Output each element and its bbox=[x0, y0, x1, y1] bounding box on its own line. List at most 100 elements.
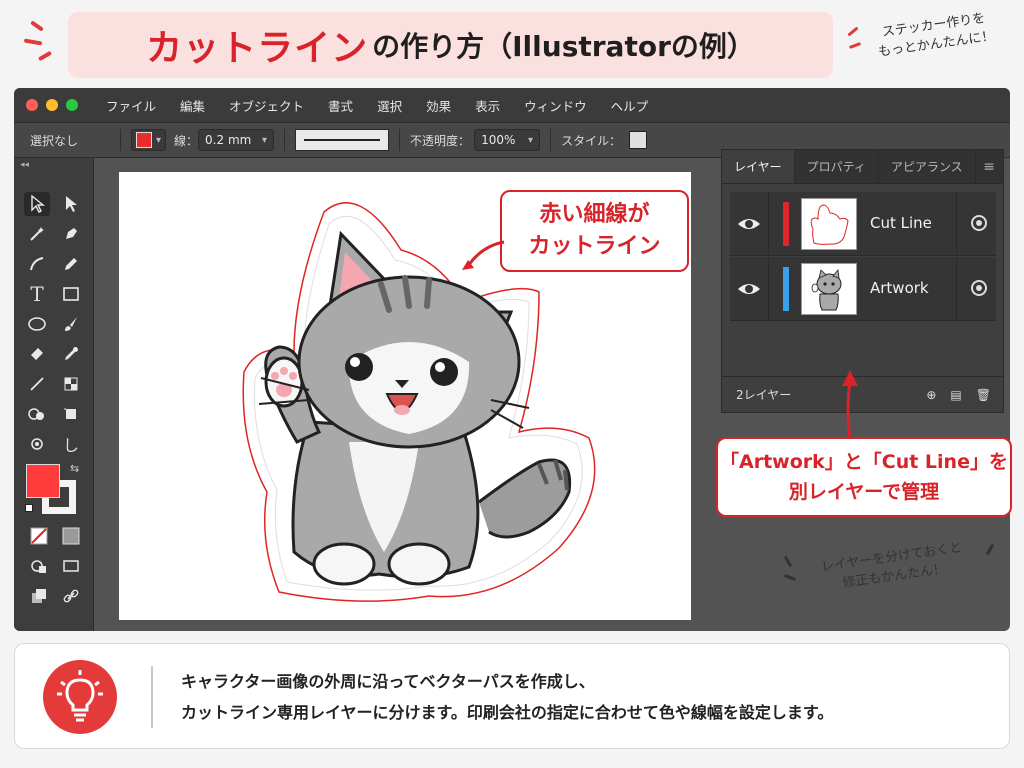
layer-row-artwork[interactable]: Artwork bbox=[730, 257, 996, 321]
link-icon[interactable] bbox=[58, 584, 84, 608]
opacity-dropdown[interactable]: 100% ▾ bbox=[474, 129, 541, 151]
rectangle-tool-icon[interactable] bbox=[58, 282, 84, 306]
swap-colors-icon[interactable]: ⇆ bbox=[70, 462, 79, 475]
info-text: キャラクター画像の外周に沿ってベクターパスを作成し、 カットライン専用レイヤーに… bbox=[181, 672, 834, 722]
hand-tool-icon[interactable]: し bbox=[58, 432, 84, 456]
layer-thumbnail bbox=[801, 198, 857, 250]
layer-name[interactable]: Artwork bbox=[870, 279, 929, 297]
visibility-eye-icon[interactable] bbox=[736, 277, 762, 301]
divider bbox=[284, 129, 286, 151]
chevron-down-icon: ▾ bbox=[528, 134, 534, 146]
deco-line bbox=[847, 26, 859, 37]
divider bbox=[120, 129, 121, 151]
menubar: ファイル 編集 オブジェクト 書式 選択 効果 表示 ウィンドウ ヘルプ bbox=[14, 88, 1010, 122]
none-color-icon[interactable] bbox=[26, 524, 52, 548]
selection-status: 選択なし bbox=[30, 133, 79, 148]
tab-layers[interactable]: レイヤー bbox=[722, 150, 795, 183]
menu-items: ファイル 編集 オブジェクト 書式 選択 効果 表示 ウィンドウ ヘルプ bbox=[106, 96, 648, 115]
layer-color-bar bbox=[783, 267, 789, 311]
layer-name[interactable]: Cut Line bbox=[870, 214, 932, 232]
menu-view[interactable]: 表示 bbox=[475, 96, 500, 115]
pen-tool-icon[interactable] bbox=[58, 222, 84, 246]
deco-line bbox=[37, 50, 53, 62]
stroke-label: 線： bbox=[174, 133, 199, 148]
stroke-weight-dropdown[interactable]: 0.2 mm ▾ bbox=[198, 129, 275, 151]
divider bbox=[151, 666, 153, 728]
menu-select[interactable]: 選択 bbox=[377, 96, 402, 115]
crop-tool-icon[interactable] bbox=[58, 402, 84, 426]
lightbulb-icon bbox=[43, 660, 117, 734]
minimize-window-button[interactable] bbox=[46, 99, 58, 111]
pencil-tool-icon[interactable] bbox=[58, 252, 84, 276]
tab-properties[interactable]: プロパティ bbox=[795, 150, 879, 183]
rotate-tool-icon[interactable] bbox=[24, 432, 50, 456]
delete-layer-icon[interactable]: 🗑 bbox=[976, 388, 991, 402]
close-window-button[interactable] bbox=[26, 99, 38, 111]
deco-line bbox=[30, 20, 44, 32]
layer-target-icon[interactable] bbox=[971, 280, 987, 296]
default-colors-icon[interactable] bbox=[25, 504, 33, 512]
eyedropper-tool-icon[interactable] bbox=[58, 342, 84, 366]
curvature-tool-icon[interactable] bbox=[24, 252, 50, 276]
eraser-tool-icon[interactable] bbox=[24, 342, 50, 366]
info-box: キャラクター画像の外周に沿ってベクターパスを作成し、 カットライン専用レイヤーに… bbox=[14, 643, 1010, 749]
gradient-tool-icon[interactable] bbox=[58, 372, 84, 396]
stroke-weight-value: 0.2 mm bbox=[205, 133, 252, 147]
new-layer-icon[interactable]: ▤ bbox=[950, 388, 961, 402]
menu-help[interactable]: ヘルプ bbox=[611, 96, 649, 115]
row-divider bbox=[956, 257, 957, 321]
ellipse-tool-icon[interactable] bbox=[24, 312, 50, 336]
tools-panel: ◂◂ T し ⇆ bbox=[14, 158, 94, 631]
gradient-color-icon[interactable] bbox=[58, 524, 84, 548]
opacity-value: 100% bbox=[481, 133, 516, 147]
menu-type[interactable]: 書式 bbox=[328, 96, 353, 115]
maximize-window-button[interactable] bbox=[66, 99, 78, 111]
layer-target-icon[interactable] bbox=[971, 215, 987, 231]
menu-window[interactable]: ウィンドウ bbox=[524, 96, 587, 115]
add-sublayer-icon[interactable]: ⊕ bbox=[926, 388, 936, 402]
layer-color-bar bbox=[783, 202, 789, 246]
panel-tabs: レイヤー プロパティ アピアランス ≡ bbox=[722, 150, 1003, 184]
deco-line bbox=[848, 42, 862, 49]
layer-count: 2レイヤー bbox=[736, 388, 792, 402]
cutline-callout: 赤い細線が カットライン bbox=[500, 190, 689, 272]
divider bbox=[399, 129, 401, 151]
paintbrush-tool-icon[interactable] bbox=[58, 312, 84, 336]
divider bbox=[550, 129, 552, 151]
panel-menu-icon[interactable]: ≡ bbox=[983, 150, 995, 183]
artboard-icon[interactable] bbox=[26, 584, 52, 608]
direct-selection-tool-icon[interactable] bbox=[58, 192, 84, 216]
layers-footer: 2レイヤー ⊕ ▤ 🗑 bbox=[722, 376, 1003, 412]
panel-collapse-icon[interactable]: ◂◂ bbox=[20, 160, 29, 170]
screen-mode-icon[interactable] bbox=[58, 554, 84, 578]
top-note: ステッカー作りを もっとかんたんに！ bbox=[877, 10, 996, 60]
shape-builder-tool-icon[interactable] bbox=[24, 402, 50, 426]
fill-color-swatch[interactable] bbox=[26, 464, 60, 498]
chevron-down-icon: ▾ bbox=[156, 134, 162, 146]
selection-tool-icon[interactable] bbox=[24, 192, 50, 216]
layers-callout: 「Artwork」と「Cut Line」を 別レイヤーで管理 bbox=[716, 437, 1012, 517]
tab-appearance[interactable]: アピアランス bbox=[879, 150, 976, 183]
style-label: スタイル： bbox=[561, 133, 622, 148]
style-swatch[interactable] bbox=[629, 131, 648, 149]
type-tool-icon[interactable]: T bbox=[24, 282, 50, 306]
menu-object[interactable]: オブジェクト bbox=[229, 96, 304, 115]
stroke-profile-dropdown[interactable] bbox=[295, 129, 390, 151]
draw-mode-icon[interactable] bbox=[26, 554, 52, 578]
menu-effect[interactable]: 効果 bbox=[426, 96, 451, 115]
stroke-color-dropdown[interactable]: ▾ bbox=[131, 129, 167, 151]
stroke-color-swatch bbox=[136, 132, 152, 148]
title-rest: の作り方（Illustratorの例） bbox=[372, 30, 755, 63]
layer-row-cut-line[interactable]: Cut Line bbox=[730, 192, 996, 256]
menu-edit[interactable]: 編集 bbox=[180, 96, 205, 115]
stroke-profile-line-icon bbox=[304, 139, 381, 141]
title-highlight: カットライン bbox=[146, 28, 369, 69]
deco-line bbox=[23, 38, 43, 46]
visibility-eye-icon[interactable] bbox=[736, 212, 762, 236]
chevron-down-icon: ▾ bbox=[262, 134, 268, 146]
opacity-label: 不透明度： bbox=[410, 133, 471, 148]
line-segment-tool-icon[interactable] bbox=[24, 372, 50, 396]
menu-file[interactable]: ファイル bbox=[106, 96, 156, 115]
magic-wand-tool-icon[interactable] bbox=[24, 222, 50, 246]
row-divider bbox=[956, 192, 957, 256]
